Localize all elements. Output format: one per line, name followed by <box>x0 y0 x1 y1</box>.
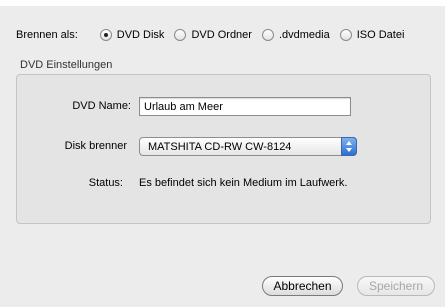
radio-iso-datei-label: ISO Datei <box>356 29 405 41</box>
radio-dvd-ordner[interactable]: DVD Ordner <box>174 29 252 41</box>
disk-burner-select[interactable]: MATSHITA CD-RW CW-8124 <box>139 137 357 156</box>
dvd-name-input[interactable] <box>139 97 351 116</box>
disk-burner-value: MATSHITA CD-RW CW-8124 <box>148 140 292 153</box>
radio-dvd-disk[interactable]: DVD Disk <box>99 29 165 41</box>
radio-dvdmedia-label: .dvdmedia <box>278 29 330 41</box>
radio-unselected-icon <box>339 29 352 41</box>
cancel-button[interactable]: Abbrechen <box>262 276 343 296</box>
dvd-burn-dialog: Brennen als: DVD Disk DVD Ordner .dvdmed… <box>0 0 445 307</box>
radio-unselected-icon <box>261 29 274 41</box>
radio-dvdmedia[interactable]: .dvdmedia <box>261 29 330 41</box>
burn-as-label: Brennen als: <box>16 29 78 41</box>
save-button[interactable]: Speichern <box>357 276 435 296</box>
radio-dvd-ordner-label: DVD Ordner <box>191 29 252 41</box>
radio-iso-datei[interactable]: ISO Datei <box>339 29 405 41</box>
radio-unselected-icon <box>174 29 187 41</box>
top-stripe <box>0 0 445 6</box>
status-label: Status: <box>88 177 123 189</box>
disk-burner-label: Disk brenner <box>64 140 127 152</box>
radio-selected-icon <box>99 29 112 41</box>
dvd-name-label: DVD Name: <box>72 100 131 112</box>
burn-as-row: Brennen als: DVD Disk DVD Ordner .dvdmed… <box>16 27 414 43</box>
dvd-settings-group-title: DVD Einstellungen <box>20 59 113 71</box>
up-down-stepper-icon <box>341 137 357 156</box>
status-value: Es befindet sich kein Medium im Laufwerk… <box>139 177 348 189</box>
radio-dvd-disk-label: DVD Disk <box>116 29 165 41</box>
